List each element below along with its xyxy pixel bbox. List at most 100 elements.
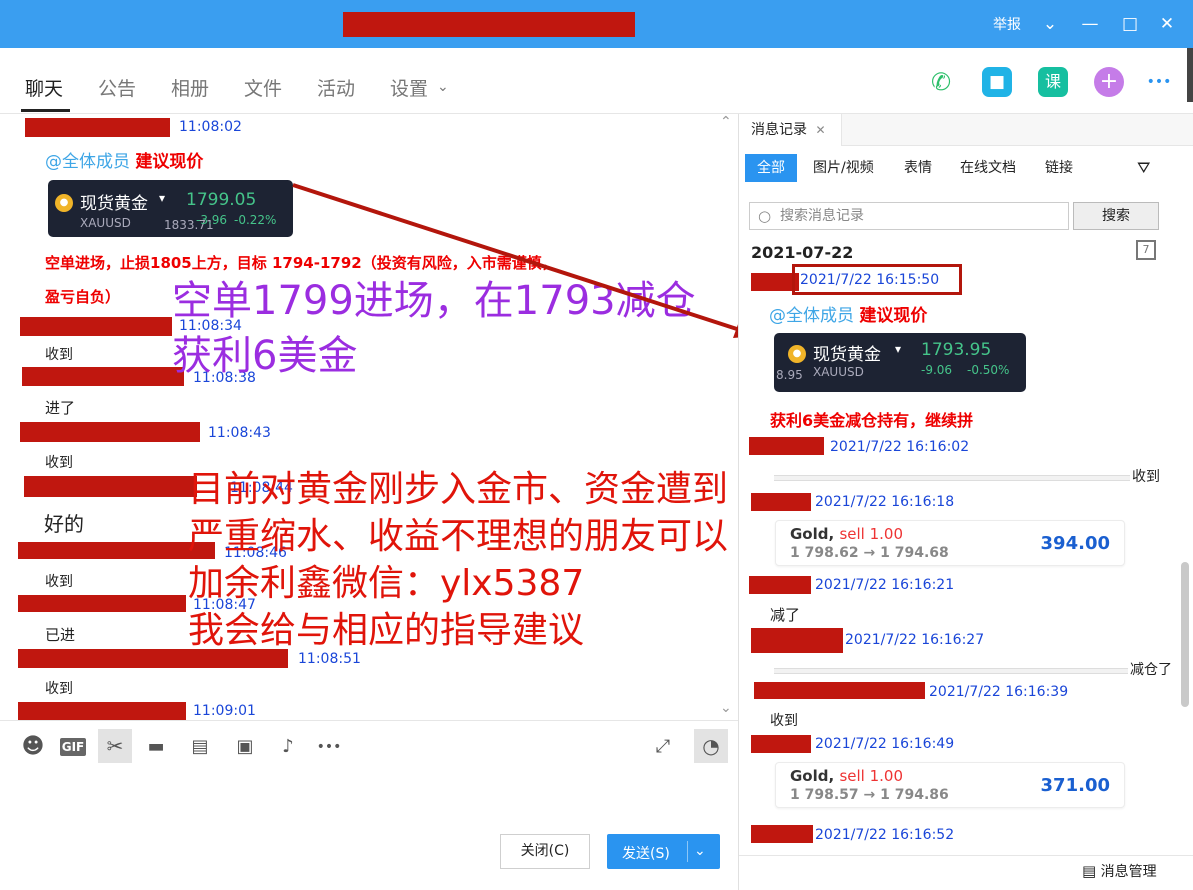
edge-scrollbar[interactable] [1187,48,1193,102]
signal-text-line2: 盈亏自负） [45,288,121,306]
tab-album[interactable]: 相册 [171,74,209,101]
redacted-sender [20,422,200,442]
record-time: 2021/7/22 16:16:21 [815,577,955,593]
quote-prev: 8.95 [776,368,803,382]
add-icon[interactable]: + [1094,67,1124,97]
close-icon[interactable]: ✕ [1155,12,1179,36]
tab-message-history[interactable]: 消息记录 ✕ [739,114,842,146]
image-icon[interactable]: ▣ [232,735,258,759]
bookmark-icon[interactable]: ▤ [187,735,213,759]
history-search-input[interactable]: ○ 搜索消息记录 [749,202,1069,230]
quote-change: -9.06 [921,363,953,377]
message-manage-button[interactable]: ▤ 消息管理 [1082,861,1157,881]
filter-links[interactable]: 链接 [1045,154,1073,182]
scroll-down-icon[interactable]: ⌄ [720,700,732,716]
search-icon: ○ [758,207,772,225]
composer-toolbar: ☻ GIF ✂ ▬ ▤ ▣ ♪ ••• ⤢ ◔ [0,720,738,770]
more-icon[interactable]: ••• [316,735,342,759]
report-button[interactable]: 举报 [993,14,1021,34]
filter-all[interactable]: 全部 [745,154,797,182]
trade-card[interactable]: Gold, sell 1.00 1 798.62 → 1 794.68 394.… [775,520,1125,566]
chevron-down-icon[interactable]: ⌄ [694,843,706,859]
quote-symbol: XAUUSD [813,365,864,379]
emoji-icon[interactable]: ☻ [20,735,46,759]
maximize-icon[interactable]: □ [1118,12,1142,36]
date-header: 2021-07-22 [751,243,854,262]
redacted-sender [20,317,172,336]
expand-icon[interactable]: ⤢ [650,735,676,759]
filter-stickers[interactable]: 表情 [904,154,932,182]
redacted-sender [751,735,811,753]
message-text: 好的 [44,512,84,536]
quote-name: 现货黄金 [813,345,881,365]
trade-screenshot-thumb[interactable] [774,668,1128,674]
gif-icon[interactable]: GIF [60,738,86,756]
search-button[interactable]: 搜索 [1073,202,1159,230]
redacted-sender [18,702,186,720]
redacted-sender [754,682,925,699]
tab-chat[interactable]: 聊天 [25,74,63,101]
message-text: 收到 [45,681,73,697]
divider [739,855,1193,856]
trade-screenshot-thumb[interactable] [774,475,1130,481]
redacted-sender [751,628,843,653]
trade-amount: 371.00 [1040,775,1110,796]
trade-prices: 1 798.62 → 1 794.68 [790,545,949,561]
send-divider [687,841,688,862]
gold-quote-card[interactable]: 8.95 ● 现货黄金 ▾ XAUUSD 1793.95 -9.06 -0.50… [774,333,1026,392]
gold-coin-icon: ● [788,345,806,363]
redacted-title [343,12,635,37]
record-text: 收到 [1132,469,1160,485]
record-text: 减仓了 [1130,662,1172,678]
phone-icon[interactable]: ✆ [926,67,956,97]
record-time: 2021/7/22 16:16:18 [815,494,955,510]
chevron-down-icon[interactable]: ⌄ [437,79,449,95]
mention-all[interactable]: @全体成员 建议现价 [769,301,927,326]
tab-settings[interactable]: 设置 [390,74,428,101]
message-time: 11:08:43 [208,425,271,441]
send-button[interactable]: 发送(S) ⌄ [607,834,720,869]
caret-down-icon: ▾ [159,191,166,205]
tab-activity[interactable]: 活动 [317,74,355,101]
filter-icon[interactable]: ⛛ [1137,154,1150,182]
tab-announcement[interactable]: 公告 [98,74,136,101]
calendar-icon[interactable]: 7 [1136,240,1156,260]
chevron-down-icon[interactable]: ⌄ [1038,12,1062,36]
mention-all[interactable]: @全体成员 建议现价 [45,147,203,172]
history-clock-icon[interactable]: ◔ [694,729,728,763]
filter-docs[interactable]: 在线文档 [960,154,1016,182]
minimize-icon[interactable]: — [1078,12,1102,36]
close-icon[interactable]: ✕ [815,123,825,137]
close-button[interactable]: 关闭(C) [500,834,590,869]
folder-icon[interactable]: ▬ [143,735,169,759]
gold-quote-card[interactable]: ● 现货黄金 ▾ XAUUSD 1833.71 1799.05 -3.96 -0… [48,180,293,237]
bell-icon[interactable]: ♪ [275,735,301,759]
history-tab-strip: 消息记录 ✕ [739,114,1193,146]
overlay-red-line2: 严重缩水、收益不理想的朋友可以 [188,516,729,557]
record-time: 2021/7/22 16:16:02 [830,439,970,455]
overlay-red-line3: 加余利鑫微信：ylx5387 [188,563,585,604]
message-text: 收到 [45,455,73,471]
message-text: 收到 [45,574,73,590]
signal-text-line1: 空单进场，止损1805上方，目标 1794-1792（投资有风险，入市需谨慎， [45,254,557,272]
redacted-sender [749,437,824,455]
filter-media[interactable]: 图片/视频 [813,154,874,182]
redacted-sender [22,367,184,386]
tab-files[interactable]: 文件 [244,74,282,101]
course-icon[interactable]: 课 [1038,67,1068,97]
history-scrollbar[interactable] [1181,562,1189,707]
more-icon[interactable]: ••• [1144,67,1174,97]
trade-card[interactable]: Gold, sell 1.00 1 798.57 → 1 794.86 371.… [775,762,1125,808]
quote-name: 现货黄金 [80,194,148,214]
group-tab-bar: 聊天 公告 相册 文件 活动 设置 ⌄ ✆ ■ 课 + ••• [0,48,1193,114]
message-text: 进了 [45,399,76,417]
video-call-icon[interactable]: ■ [982,67,1012,97]
quote-price: 1793.95 [921,340,992,360]
collapse-up-icon[interactable]: ⌃ [720,114,732,130]
record-time: 2021/7/22 16:16:39 [929,684,1069,700]
active-tab-indicator [21,109,70,112]
record-text: 收到 [770,713,798,729]
scissors-icon[interactable]: ✂ [98,729,132,763]
trade-prices: 1 798.57 → 1 794.86 [790,787,949,803]
caret-down-icon: ▾ [895,342,902,356]
